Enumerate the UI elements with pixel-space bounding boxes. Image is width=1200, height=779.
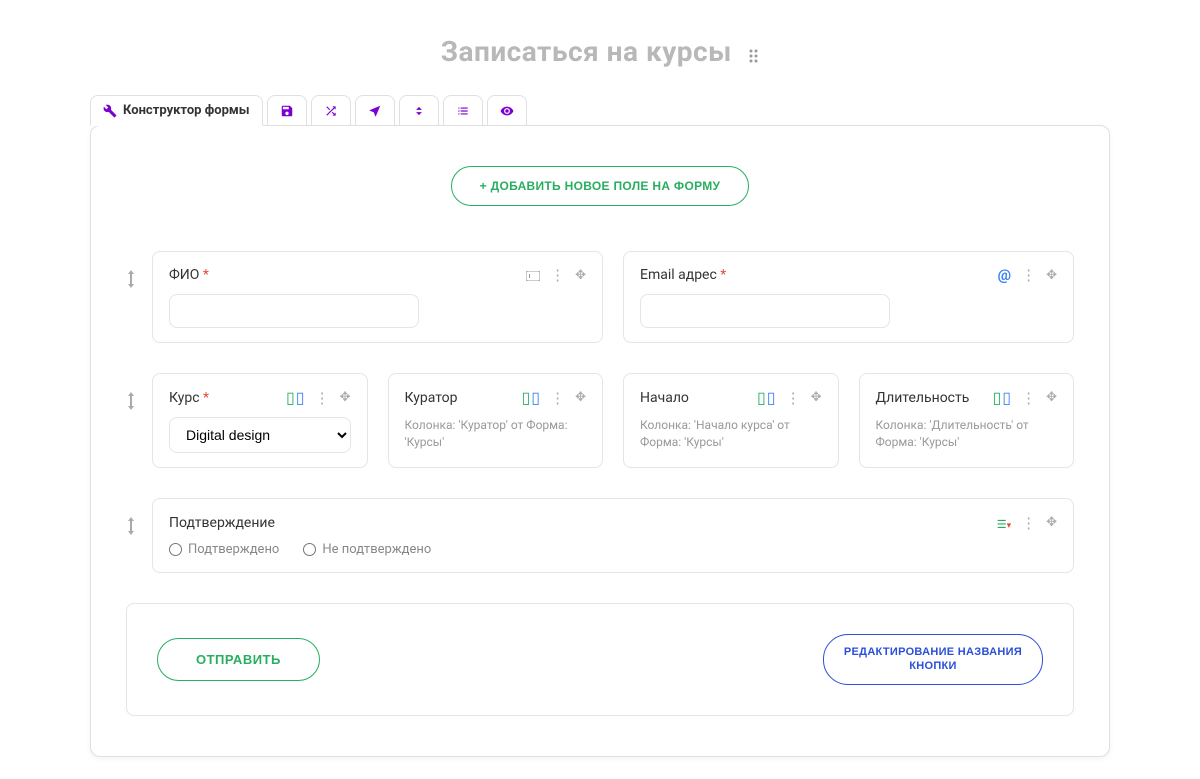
field-move-icon[interactable]: ✥ — [811, 390, 822, 405]
form-row: ФИО * ⋮ ✥ — [126, 251, 1074, 343]
submit-area: ОТПРАВИТЬ РЕДАКТИРОВАНИЕ НАЗВАНИЯ КНОПКИ — [126, 603, 1074, 716]
tab-preview[interactable] — [487, 95, 527, 126]
field-menu-icon[interactable]: ⋮ — [550, 389, 565, 407]
field-menu-icon[interactable]: ⋮ — [786, 389, 801, 407]
tab-sort[interactable] — [399, 95, 439, 126]
field-fio: ФИО * ⋮ ✥ — [152, 251, 603, 343]
field-description: Колонка: 'Куратор' от Форма: 'Курсы' — [405, 417, 587, 451]
page-title: Записаться на курсы — [0, 0, 1200, 95]
field-menu-icon[interactable]: ⋮ — [1021, 514, 1036, 532]
title-drag-handle[interactable] — [749, 37, 759, 70]
field-confirmation: Подтверждение ☰▾ ⋮ ✥ Подтверждено — [152, 498, 1074, 573]
submit-button[interactable]: ОТПРАВИТЬ — [157, 638, 320, 681]
field-move-icon[interactable]: ✥ — [1046, 268, 1057, 283]
field-label: ФИО * — [169, 267, 209, 283]
field-menu-icon[interactable]: ⋮ — [550, 266, 565, 284]
tab-form-constructor[interactable]: Конструктор формы — [90, 95, 263, 126]
row-drag-handle[interactable] — [126, 498, 140, 535]
lookup-type-icon: ▯▯ — [757, 388, 776, 407]
field-course: Курс * ▯▯ ⋮ ✥ Digital design — [152, 373, 368, 468]
field-label: Email адрес * — [640, 267, 726, 283]
save-icon — [280, 103, 294, 118]
page-title-text: Записаться на курсы — [441, 35, 732, 68]
tab-save[interactable] — [267, 95, 307, 126]
radio-input[interactable] — [169, 543, 182, 556]
field-move-icon[interactable]: ✥ — [1046, 390, 1057, 405]
field-description: Колонка: 'Длительность' от Форма: 'Курсы… — [876, 417, 1058, 451]
field-menu-icon[interactable]: ⋮ — [1021, 389, 1036, 407]
row-drag-handle[interactable] — [126, 373, 140, 410]
field-move-icon[interactable]: ✥ — [1046, 515, 1057, 530]
radio-option-not-confirmed[interactable]: Не подтверждено — [303, 542, 431, 557]
radio-input[interactable] — [303, 543, 316, 556]
field-label: Длительность — [876, 390, 970, 406]
edit-button-name-button[interactable]: РЕДАКТИРОВАНИЕ НАЗВАНИЯ КНОПКИ — [823, 634, 1043, 685]
lookup-type-icon: ▯▯ — [521, 388, 540, 407]
field-label: Начало — [640, 390, 689, 406]
tab-label: Конструктор формы — [123, 103, 250, 118]
link-type-icon: ▯▯ — [286, 388, 305, 407]
lookup-type-icon: ▯▯ — [992, 388, 1011, 407]
shuffle-icon — [324, 103, 338, 118]
field-description: Колонка: 'Начало курса' от Форма: 'Курсы… — [640, 417, 822, 451]
radio-option-confirmed[interactable]: Подтверждено — [169, 542, 279, 557]
course-select[interactable]: Digital design — [169, 417, 351, 453]
field-duration: Длительность ▯▯ ⋮ ✥ Колонка: 'Длительнос… — [859, 373, 1075, 468]
field-label: Подтверждение — [169, 515, 275, 531]
add-field-button[interactable]: + ДОБАВИТЬ НОВОЕ ПОЛЕ НА ФОРМУ — [451, 166, 750, 206]
field-move-icon[interactable]: ✥ — [575, 390, 586, 405]
text-type-icon — [526, 269, 540, 282]
field-start: Начало ▯▯ ⋮ ✥ Колонка: 'Начало курса' от… — [623, 373, 839, 468]
field-label: Курс * — [169, 390, 209, 406]
email-input[interactable] — [640, 294, 890, 328]
location-icon — [368, 103, 382, 118]
eye-icon — [500, 103, 514, 118]
email-type-icon: @ — [998, 266, 1011, 284]
fio-input[interactable] — [169, 294, 419, 328]
tabs: Конструктор формы — [90, 95, 1110, 126]
field-menu-icon[interactable]: ⋮ — [1021, 266, 1036, 284]
field-move-icon[interactable]: ✥ — [340, 390, 351, 405]
sort-icon — [412, 103, 426, 118]
tab-shuffle[interactable] — [311, 95, 351, 126]
tab-location[interactable] — [355, 95, 395, 126]
tab-list[interactable] — [443, 95, 483, 126]
list-icon — [456, 103, 470, 118]
field-menu-icon[interactable]: ⋮ — [315, 389, 330, 407]
field-email: Email адрес * @ ⋮ ✥ — [623, 251, 1074, 343]
field-move-icon[interactable]: ✥ — [575, 268, 586, 283]
row-drag-handle[interactable] — [126, 251, 140, 288]
radio-type-icon: ☰▾ — [997, 513, 1011, 532]
form-row: Подтверждение ☰▾ ⋮ ✥ Подтверждено — [126, 498, 1074, 573]
form-builder-panel: + ДОБАВИТЬ НОВОЕ ПОЛЕ НА ФОРМУ ФИО * — [90, 125, 1110, 757]
wrench-icon — [103, 103, 117, 118]
field-label: Куратор — [405, 390, 458, 406]
field-curator: Куратор ▯▯ ⋮ ✥ Колонка: 'Куратор' от Фор… — [388, 373, 604, 468]
form-row: Курс * ▯▯ ⋮ ✥ Digital design — [126, 373, 1074, 468]
